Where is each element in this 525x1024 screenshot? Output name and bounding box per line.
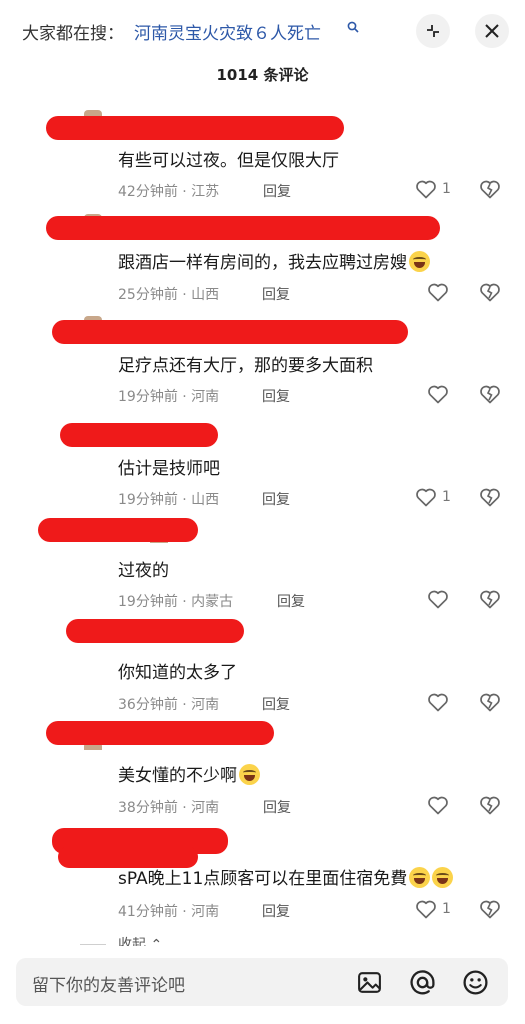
username-redaction xyxy=(52,320,408,344)
comment-item: 有些可以过夜。但是仅限大厅 42分钟前 · 江苏 回复 1 xyxy=(0,110,525,210)
like-count: 1 xyxy=(442,489,451,505)
close-icon xyxy=(485,24,499,38)
search-icon[interactable] xyxy=(347,21,359,33)
reply-button[interactable]: 回复 xyxy=(263,181,291,201)
collapse-button[interactable] xyxy=(416,14,450,48)
comment-count-title: 1014 条评论 xyxy=(216,66,309,84)
top-bar: 大家都在搜： 河南灵宝火灾致６人死亡 xyxy=(0,0,525,62)
laughing-crying-emoji-icon xyxy=(409,251,430,272)
comment-item: 足疗点还有大厅，那的要多大面积 19分钟前 · 河南 回复 xyxy=(0,316,525,416)
comment-input[interactable]: 留下你的友善评论吧 xyxy=(16,958,508,1006)
username-redaction xyxy=(38,518,198,542)
broken-heart-icon[interactable] xyxy=(478,485,502,509)
comment-meta: 19分钟前 · 内蒙古 xyxy=(118,594,234,610)
broken-heart-icon[interactable] xyxy=(478,897,502,921)
reply-button[interactable]: 回复 xyxy=(277,591,305,611)
collapse-arrows-icon xyxy=(427,25,439,37)
close-button[interactable] xyxy=(475,14,509,48)
username-redaction xyxy=(46,721,274,745)
broken-heart-icon[interactable] xyxy=(478,382,502,406)
username-redaction xyxy=(46,216,440,240)
username-redaction xyxy=(66,619,244,643)
reply-button[interactable]: 回复 xyxy=(262,284,290,304)
at-icon[interactable] xyxy=(409,969,436,996)
comment-text: 有些可以过夜。但是仅限大厅 xyxy=(118,151,339,171)
comment-item: 过夜的 19分钟前 · 内蒙古 回复 xyxy=(0,513,525,613)
comment-meta: 36分钟前 · 河南 xyxy=(118,697,220,713)
like-count: 1 xyxy=(442,901,451,917)
reply-button[interactable]: 回复 xyxy=(262,901,290,921)
heart-icon[interactable] xyxy=(426,587,450,611)
broken-heart-icon[interactable] xyxy=(478,177,502,201)
heart-icon[interactable] xyxy=(426,690,450,714)
heart-icon[interactable] xyxy=(426,793,450,817)
comment-meta: 42分钟前 · 江苏 xyxy=(118,184,220,200)
comment-sheet: { "header": { "hot_search_prefix": "大家都在… xyxy=(0,0,525,1024)
like-count: 1 xyxy=(442,181,451,197)
comment-meta: 38分钟前 · 河南 xyxy=(118,800,220,816)
comment-meta: 19分钟前 · 河南 xyxy=(118,389,220,405)
comment-item: 跟酒店一样有房间的，我去应聘过房嫂 25分钟前 · 山西 回复 xyxy=(0,212,525,312)
broken-heart-icon[interactable] xyxy=(478,280,502,304)
username-redaction xyxy=(60,423,218,447)
comment-input-placeholder: 留下你的友善评论吧 xyxy=(32,976,185,996)
comment-item: 你知道的太多了 36分钟前 · 河南 回复 xyxy=(0,616,525,716)
comment-text: 美女懂的不少啊 xyxy=(118,761,260,786)
heart-icon[interactable] xyxy=(414,177,438,201)
divider xyxy=(80,944,106,945)
comment-text: 过夜的 xyxy=(118,561,169,581)
smiley-icon[interactable] xyxy=(462,969,489,996)
reply-button[interactable]: 回复 xyxy=(262,694,290,714)
broken-heart-icon[interactable] xyxy=(478,587,502,611)
hot-search-topic-link[interactable]: 河南灵宝火灾致６人死亡 xyxy=(134,19,321,44)
comment-text: 跟酒店一样有房间的，我去应聘过房嫂 xyxy=(118,248,430,273)
laughing-crying-emoji-icon xyxy=(432,867,454,888)
heart-icon[interactable] xyxy=(426,280,450,304)
comment-input-bar: 留下你的友善评论吧 xyxy=(0,946,525,1024)
comment-item: 美女懂的不少啊 38分钟前 · 河南 回复 xyxy=(0,718,525,818)
comment-item: 估计是技师吧 19分钟前 · 山西 回复 1 xyxy=(0,419,525,519)
laughing-crying-emoji-icon xyxy=(409,867,431,888)
comment-item: sPA晚上11点顾客可以在里面住宿免費 41分钟前 · 河南 回复 1 xyxy=(0,826,525,926)
reply-button[interactable]: 回复 xyxy=(262,489,290,509)
comment-text: 足疗点还有大厅，那的要多大面积 xyxy=(118,356,373,376)
grimacing-emoji-icon xyxy=(239,764,260,785)
comment-meta: 41分钟前 · 河南 xyxy=(118,904,220,920)
reply-button[interactable]: 回复 xyxy=(263,797,291,817)
heart-icon[interactable] xyxy=(426,382,450,406)
comment-meta: 25分钟前 · 山西 xyxy=(118,287,220,303)
hot-search-prefix: 大家都在搜： xyxy=(22,24,124,44)
broken-heart-icon[interactable] xyxy=(478,793,502,817)
comment-text: 估计是技师吧 xyxy=(118,459,220,479)
broken-heart-icon[interactable] xyxy=(478,690,502,714)
username-redaction xyxy=(46,116,344,140)
heart-icon[interactable] xyxy=(414,485,438,509)
reply-button[interactable]: 回复 xyxy=(262,386,290,406)
comment-meta: 19分钟前 · 山西 xyxy=(118,492,220,508)
comment-text: 你知道的太多了 xyxy=(118,663,237,683)
comment-text: sPA晚上11点顾客可以在里面住宿免費 xyxy=(118,864,454,889)
image-icon[interactable] xyxy=(356,969,383,996)
heart-icon[interactable] xyxy=(414,897,438,921)
